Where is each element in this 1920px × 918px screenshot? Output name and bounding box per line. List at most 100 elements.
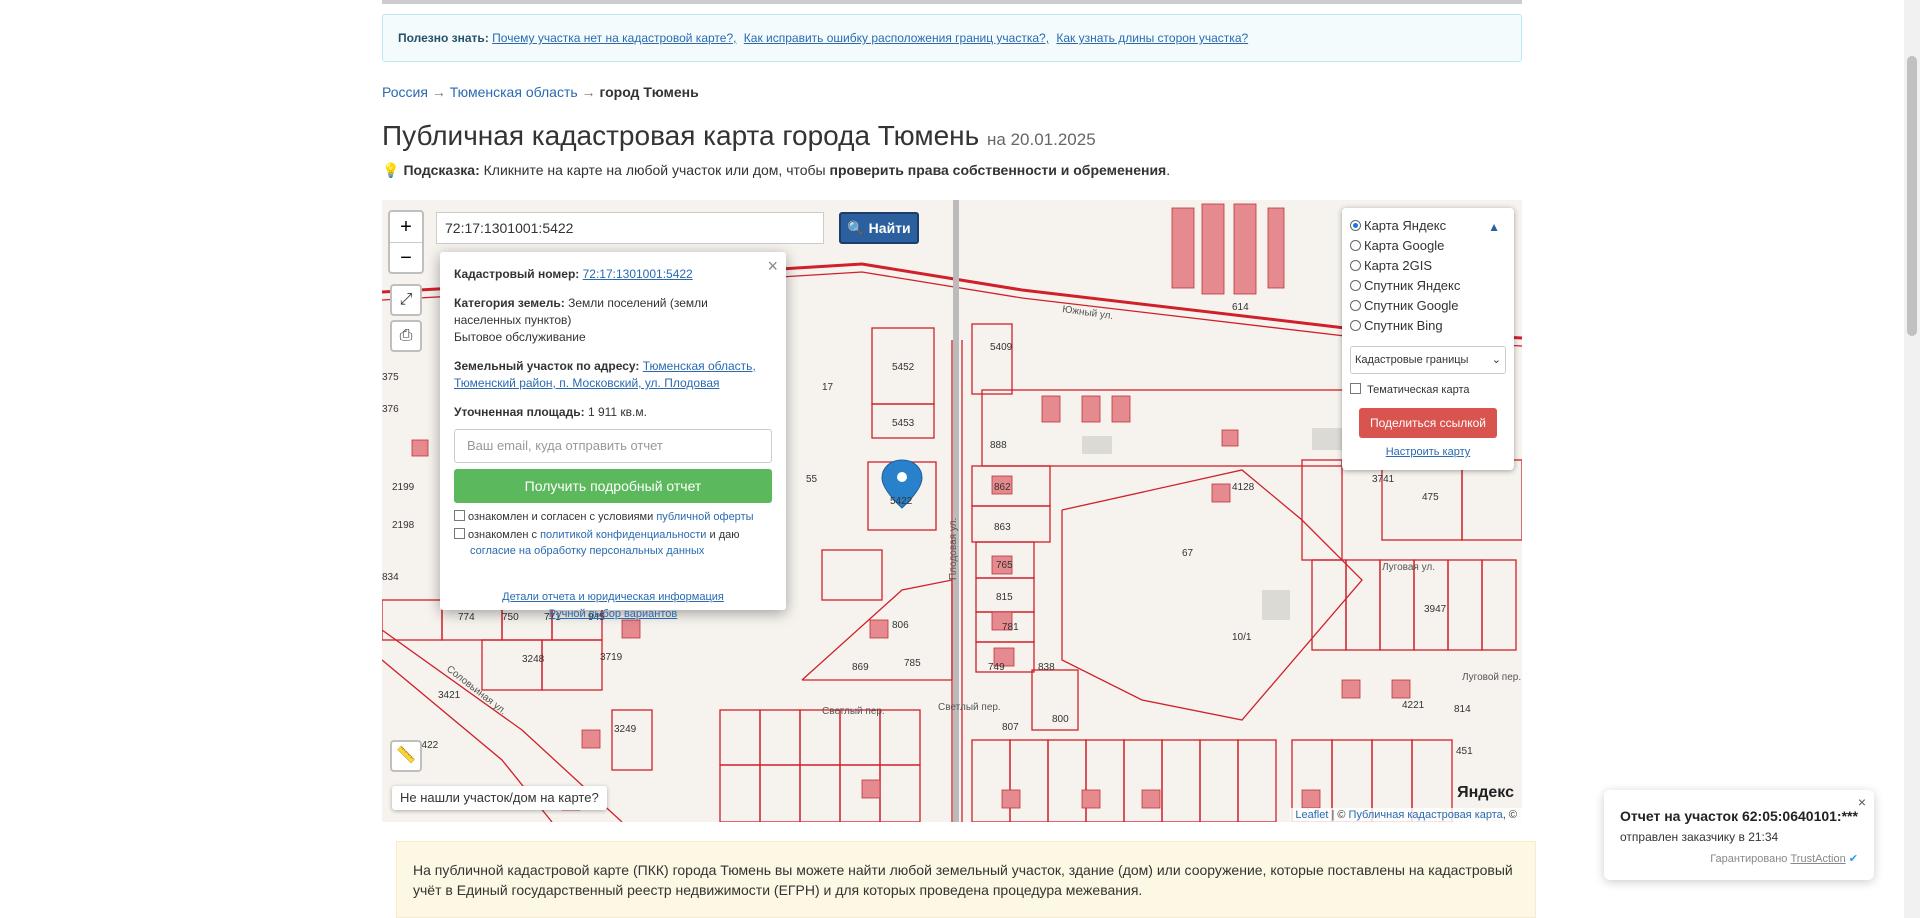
attribution-tail: , © (1502, 809, 1517, 821)
cadastral-map[interactable]: 5452 5453 5409 888 862 863 765 815 781 7… (382, 200, 1522, 822)
pkk-link[interactable]: Публичная кадастровая карта (1349, 809, 1503, 821)
parcel-label-806: 806 (892, 620, 909, 631)
manual-selection-link[interactable]: Ручной выбор вариантов (549, 608, 677, 620)
parcel-label-888: 888 (990, 440, 1007, 451)
configure-map-link[interactable]: Настроить карту (1386, 446, 1471, 458)
layer-option-google-satellite[interactable]: Спутник Google (1350, 296, 1506, 316)
email-input[interactable]: Ваш email, куда отправить отчет (454, 429, 772, 463)
parcel-label-781: 781 (1002, 622, 1019, 633)
privacy-consent-row: ознакомлен с политикой конфиденциальност… (454, 527, 772, 559)
overlay-select[interactable]: Кадастровые границы ⌄ (1350, 346, 1506, 374)
marker-parcel-label: 5422 (890, 496, 913, 507)
popup-address-label: Земельный участок по адресу: (454, 359, 640, 373)
offer-link[interactable]: публичной оферты (656, 511, 753, 523)
page-title-main: Публичная кадастровая карта города Тюмен… (382, 120, 980, 151)
parcel-label-4221: 4221 (1402, 700, 1425, 711)
print-button[interactable]: ⎙ (390, 320, 422, 352)
leaflet-link[interactable]: Leaflet (1295, 809, 1328, 821)
share-link-button[interactable]: Поделиться ссылкой (1359, 408, 1497, 438)
parcel-label-375: 375 (382, 372, 399, 383)
personal-data-link[interactable]: согласие на обработку персональных данны… (470, 545, 704, 557)
close-icon[interactable]: × (1858, 794, 1866, 810)
parcel-label-3741: 3741 (1372, 474, 1395, 485)
trustaction-link[interactable]: TrustAction (1790, 853, 1845, 865)
parcel-label-869: 869 (852, 662, 869, 673)
popup-area-value: 1 911 кв.м. (587, 405, 647, 419)
hint-line: 💡 Подсказка: Кликните на карте на любой у… (382, 162, 1170, 179)
street-label-south: Южный ул. (1062, 304, 1114, 322)
thematic-checkbox[interactable] (1350, 383, 1361, 394)
page-title-date: на 20.01.2025 (987, 130, 1096, 149)
parcel-label-2199: 2199 (392, 482, 415, 493)
privacy-checkbox[interactable] (454, 528, 465, 539)
popup-links: Детали отчета и юридическая информация Р… (454, 589, 772, 623)
get-report-button[interactable]: Получить подробный отчет (454, 469, 772, 503)
find-button[interactable]: 🔍 Найти (839, 212, 919, 244)
parcel-label-3249: 3249 (614, 724, 637, 735)
configure-map-row: Настроить карту (1350, 446, 1506, 458)
privacy-link[interactable]: политикой конфиденциальности (540, 529, 706, 541)
street-label-svetly-2: Светлый пер. (938, 702, 1001, 713)
chevron-down-icon: ⌄ (1491, 354, 1501, 366)
page-scrollbar[interactable] (1904, 0, 1920, 918)
breadcrumb-russia[interactable]: Россия (382, 84, 428, 100)
tip-link-side-lengths[interactable]: Как узнать длины сторон участка? (1056, 31, 1248, 45)
tip-link-not-on-map[interactable]: Почему участка нет на кадастровой карте?… (492, 31, 736, 45)
parcel-label-614: 614 (1232, 302, 1249, 313)
street-label-plodovaya: Плодовая ул. (948, 518, 959, 580)
zoom-in-button[interactable]: + (390, 212, 422, 242)
parcel-label-17: 17 (822, 382, 834, 393)
page-title: Публичная кадастровая карта города Тюмен… (382, 120, 1096, 152)
scrollbar-thumb[interactable] (1907, 56, 1917, 336)
parcel-label-376: 376 (382, 404, 399, 415)
map-attribution: Leaflet | © Публичная кадастровая карта,… (1290, 808, 1522, 822)
layer-option-yandex-satellite[interactable]: Спутник Яндекс (1350, 276, 1506, 296)
popup-area-label: Уточненная площадь: (454, 405, 585, 419)
hint-text: Кликните на карте на любой участок или д… (483, 162, 826, 178)
parcel-label-807: 807 (1002, 722, 1019, 733)
layer-option-yandex-map[interactable]: Карта Яндекс (1350, 216, 1506, 236)
zoom-control: + − (388, 210, 424, 274)
cadastral-search-input[interactable]: 72:17:1301001:5422 (436, 212, 824, 244)
popup-cad-link[interactable]: 72:17:1301001:5422 (583, 267, 693, 281)
layer-option-bing-satellite[interactable]: Спутник Bing (1350, 316, 1506, 336)
parcel-label-3947: 3947 (1424, 604, 1447, 615)
offer-checkbox[interactable] (454, 510, 465, 521)
find-button-label: Найти (868, 220, 911, 236)
ruler-button[interactable]: 📏 (390, 740, 422, 772)
breadcrumb: Россия → Тюменская область → город Тюмен… (382, 84, 699, 100)
radio-icon (1350, 300, 1361, 311)
layer-option-2gis-map[interactable]: Карта 2GIS (1350, 256, 1506, 276)
radio-icon (1350, 240, 1361, 251)
popup-address-row: Земельный участок по адресу: Тюменская о… (454, 358, 772, 392)
parcel-label-10-1: 10/1 (1232, 632, 1252, 643)
parcel-label-800: 800 (1052, 714, 1069, 725)
zoom-out-button[interactable]: − (390, 242, 422, 272)
report-details-link[interactable]: Детали отчета и юридическая информация (502, 591, 724, 603)
tip-label: Полезно знать: (398, 31, 489, 45)
parcel-label-785: 785 (904, 658, 921, 669)
parcel-label-3248: 3248 (522, 654, 545, 665)
radio-icon (1350, 260, 1361, 271)
chevron-up-icon[interactable]: ▲ (1488, 220, 1500, 234)
popup-area-row: Уточненная площадь: 1 911 кв.м. (454, 404, 772, 421)
fullscreen-button[interactable]: ⤢ (390, 284, 422, 316)
toast-guarantee: Гарантировано TrustAction ✔ (1710, 853, 1858, 865)
not-found-button[interactable]: Не нашли участок/дом на карте? (392, 786, 607, 810)
tip-link-fix-boundaries[interactable]: Как исправить ошибку расположения границ… (744, 31, 1049, 45)
parcel-label-863: 863 (994, 522, 1011, 533)
breadcrumb-region[interactable]: Тюменская область (450, 84, 578, 100)
layer-option-google-map[interactable]: Карта Google (1350, 236, 1506, 256)
close-icon[interactable]: × (767, 256, 778, 277)
parcel-label-815: 815 (996, 592, 1013, 603)
parcel-label-3719: 3719 (600, 652, 623, 663)
printer-icon: ⎙ (399, 327, 413, 344)
parcel-label-862: 862 (994, 482, 1011, 493)
privacy-consent-text: ознакомлен с (468, 529, 538, 541)
useful-tip-box: Полезно знать: Почему участка нет на кад… (382, 14, 1522, 62)
breadcrumb-arrow: → (431, 84, 446, 100)
top-bar (382, 0, 1522, 4)
thematic-map-row[interactable]: Тематическая карта (1350, 382, 1506, 398)
popup-cad-row: Кадастровый номер: 72:17:1301001:5422 (454, 266, 772, 283)
breadcrumb-arrow: → (581, 84, 596, 100)
